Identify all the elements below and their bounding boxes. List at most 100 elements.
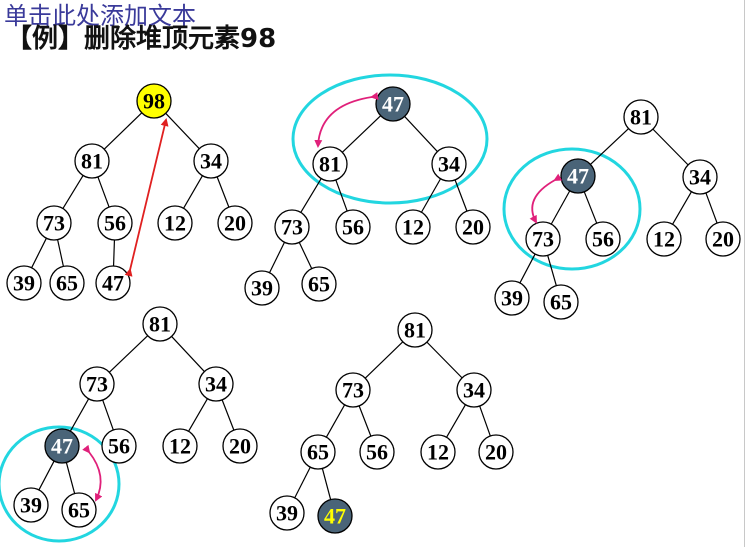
node-value: 65 xyxy=(56,271,78,296)
heap-node: 34 xyxy=(682,159,718,195)
node-value: 65 xyxy=(68,498,90,523)
heap-node: 12 xyxy=(420,434,456,470)
tree-edge xyxy=(112,239,116,267)
node-value: 20 xyxy=(224,211,246,236)
node-value: 39 xyxy=(501,286,523,311)
tree-edge xyxy=(102,399,114,431)
heap-node: 65 xyxy=(49,265,85,301)
tree-edge xyxy=(57,239,64,267)
heap-node: 47 xyxy=(560,158,596,194)
heap-node: 47 xyxy=(44,428,80,464)
node-value: 34 xyxy=(200,149,222,174)
swap-arrow-98-47 xyxy=(124,118,169,277)
tree-edge xyxy=(108,335,149,373)
tree-edge xyxy=(426,341,463,379)
node-value: 34 xyxy=(689,165,711,190)
heap-node: 47 xyxy=(95,265,131,301)
node-value: 12 xyxy=(402,215,424,240)
heap-node: 65 xyxy=(301,266,337,302)
tree-edge xyxy=(550,190,571,225)
node-value: 20 xyxy=(229,434,251,459)
node-value: 81 xyxy=(149,312,171,337)
heap-node: 34 xyxy=(456,372,492,408)
tree-edge xyxy=(69,398,90,432)
heap-node: 39 xyxy=(6,265,42,301)
node-value: 56 xyxy=(342,215,364,240)
node-value: 47 xyxy=(567,164,589,189)
heap-node: 73 xyxy=(79,366,115,402)
heap-node: 20 xyxy=(455,209,491,245)
heap-node: 20 xyxy=(705,221,741,257)
tree-edge xyxy=(519,253,536,284)
tree-edge xyxy=(165,112,200,150)
node-value: 47 xyxy=(324,504,346,529)
node-value: 56 xyxy=(366,440,388,465)
heap-node: 12 xyxy=(646,221,682,257)
node-value: 81 xyxy=(630,105,652,130)
heap-node: 73 xyxy=(36,205,72,241)
node-value: 39 xyxy=(276,501,298,526)
tree-edge xyxy=(446,404,466,438)
heap-node: 39 xyxy=(244,270,280,306)
node-value: 73 xyxy=(342,378,364,403)
heap-node: 34 xyxy=(198,366,234,402)
heap-node: 73 xyxy=(274,209,310,245)
node-value: 34 xyxy=(463,378,485,403)
heap-node: 39 xyxy=(494,280,530,316)
heap-node: 56 xyxy=(97,205,133,241)
heap-node: 20 xyxy=(222,428,258,464)
node-value: 47 xyxy=(51,434,73,459)
node-value: 34 xyxy=(438,152,460,177)
heap-node: 73 xyxy=(525,221,561,257)
tree-edge xyxy=(38,460,55,491)
heap-node: 56 xyxy=(335,209,371,245)
tree-edge xyxy=(298,242,313,269)
tree-edge xyxy=(65,462,76,494)
tree-edge xyxy=(171,336,205,372)
node-value: 12 xyxy=(653,227,675,252)
heap-node: 98 xyxy=(136,83,172,119)
tree-edge xyxy=(583,191,598,224)
heap-node: 39 xyxy=(269,495,305,531)
tree-edge xyxy=(321,468,332,500)
node-value: 20 xyxy=(462,215,484,240)
node-value: 65 xyxy=(550,290,572,315)
tree-edge xyxy=(221,399,235,431)
tree-edge xyxy=(97,176,110,208)
heap-node: 73 xyxy=(335,372,371,408)
heap-node: 12 xyxy=(162,428,198,464)
heap-node: 65 xyxy=(300,434,336,470)
node-value: 73 xyxy=(43,211,65,236)
heap-diagram: 98 81 34 73 56 12 20 39 65 47 47 81 34 73 56 12 20 39 65 81… xyxy=(0,73,741,543)
swap-arrow-step2 xyxy=(314,92,379,148)
heap-node: 65 xyxy=(61,492,97,528)
heap-node: 12 xyxy=(157,205,193,241)
node-value: 56 xyxy=(104,211,126,236)
tree-edge xyxy=(268,241,286,274)
heap-node: 81 xyxy=(74,143,110,179)
tree-edge xyxy=(479,405,491,437)
heap-node: 39 xyxy=(13,487,49,523)
tree-edge xyxy=(454,179,468,212)
tree-edge xyxy=(547,255,557,286)
tree-edge xyxy=(103,112,143,150)
heap-node: 47 xyxy=(375,86,411,122)
heap-node: 81 xyxy=(142,306,178,342)
heap-node: 20 xyxy=(217,205,253,241)
tree-edge xyxy=(31,237,47,269)
tree-edge xyxy=(652,128,689,166)
node-value: 39 xyxy=(20,493,42,518)
heap-node: 20 xyxy=(478,434,514,470)
heap-node: 34 xyxy=(193,143,229,179)
heap-node: 34 xyxy=(431,146,467,182)
tree-edge xyxy=(404,116,438,152)
node-value: 39 xyxy=(13,271,35,296)
node-value: 98 xyxy=(143,89,165,114)
tree-edge xyxy=(188,398,208,432)
node-value: 56 xyxy=(592,227,614,252)
node-value: 20 xyxy=(712,227,734,252)
tree-edge xyxy=(672,191,692,225)
node-value: 12 xyxy=(427,440,449,465)
tree-edge xyxy=(62,175,84,209)
tree-edge xyxy=(300,178,322,213)
